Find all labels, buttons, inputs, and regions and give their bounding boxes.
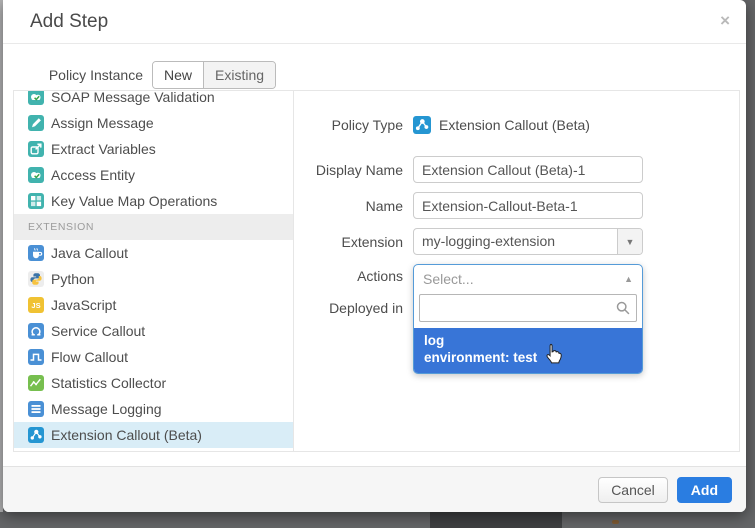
policy-list-item[interactable]: JS JavaScript bbox=[14, 292, 293, 318]
access-entity-icon bbox=[28, 167, 44, 183]
search-icon bbox=[615, 300, 631, 316]
assign-message-icon bbox=[28, 115, 44, 131]
chevron-down-icon[interactable]: ▼ bbox=[617, 229, 642, 254]
actions-option[interactable]: logenvironment: test bbox=[414, 328, 642, 373]
policy-list: SOAP Message Validation Assign Message Ext… bbox=[14, 91, 293, 448]
cancel-button[interactable]: Cancel bbox=[598, 477, 668, 503]
page-overlay-bottom-block bbox=[430, 512, 562, 528]
policy-list-item-label: Assign Message bbox=[51, 115, 154, 131]
chevron-up-icon: ▲ bbox=[624, 274, 633, 284]
actions-dropdown-header[interactable]: Select... ▲ bbox=[414, 265, 642, 292]
close-icon[interactable]: × bbox=[720, 12, 730, 29]
policy-list-item[interactable]: Assign Message bbox=[14, 110, 293, 136]
statistics-collector-icon bbox=[28, 375, 44, 391]
actions-option-name: log bbox=[424, 332, 632, 349]
extension-callout-icon bbox=[28, 427, 44, 443]
policy-list-item-label: Key Value Map Operations bbox=[51, 193, 217, 209]
policy-list-item-label: Extract Variables bbox=[51, 141, 156, 157]
key-value-map-icon bbox=[28, 193, 44, 209]
service-callout-icon bbox=[28, 323, 44, 339]
policy-list-item-label: Access Entity bbox=[51, 167, 135, 183]
extension-select-value: my-logging-extension bbox=[414, 229, 617, 254]
policy-list-item-label: Python bbox=[51, 271, 95, 287]
message-logging-icon bbox=[28, 401, 44, 417]
display-name-row: Display Name bbox=[294, 156, 739, 183]
javascript-icon: JS bbox=[28, 297, 44, 313]
name-label: Name bbox=[294, 198, 403, 214]
display-name-input[interactable] bbox=[413, 156, 643, 183]
soap-message-validation-icon bbox=[28, 91, 44, 105]
actions-search-input[interactable] bbox=[419, 294, 637, 322]
policy-list-item[interactable]: Extract Variables bbox=[14, 136, 293, 162]
policy-type-value: Extension Callout (Beta) bbox=[439, 117, 590, 133]
toggle-existing[interactable]: Existing bbox=[204, 62, 275, 88]
policy-list-item[interactable]: Flow Callout bbox=[14, 344, 293, 370]
toggle-new[interactable]: New bbox=[153, 62, 204, 88]
policy-list-item-label: Java Callout bbox=[51, 245, 128, 261]
policy-list-item[interactable]: Statistics Collector bbox=[14, 370, 293, 396]
extract-variables-icon bbox=[28, 141, 44, 157]
actions-placeholder: Select... bbox=[423, 271, 624, 287]
policy-list-item-label: SOAP Message Validation bbox=[51, 91, 215, 105]
policy-instance-label: Policy Instance bbox=[3, 62, 143, 89]
policy-list-item[interactable]: Java Callout bbox=[14, 240, 293, 266]
content-area: SOAP Message Validation Assign Message Ext… bbox=[13, 90, 740, 452]
policy-list-item[interactable]: Service Callout bbox=[14, 318, 293, 344]
deployed-in-label: Deployed in bbox=[294, 300, 403, 316]
page-overlay-bottom-dot bbox=[612, 520, 619, 524]
list-section-header: EXTENSION bbox=[14, 214, 293, 240]
display-name-label: Display Name bbox=[294, 162, 403, 178]
extension-row: Extension my-logging-extension ▼ bbox=[294, 228, 739, 255]
policy-list-item[interactable]: Key Value Map Operations bbox=[14, 188, 293, 214]
policy-list-item-label: Message Logging bbox=[51, 401, 162, 417]
policy-form: Policy Type Extension Callout (Beta) Dis… bbox=[294, 91, 739, 451]
modal-title: Add Step bbox=[30, 11, 108, 33]
actions-label: Actions bbox=[294, 268, 403, 284]
extension-callout-icon bbox=[413, 116, 431, 134]
policy-list-item-label: Service Callout bbox=[51, 323, 145, 339]
python-icon bbox=[28, 271, 44, 287]
policy-list-item-label: Extension Callout (Beta) bbox=[51, 427, 202, 443]
add-button[interactable]: Add bbox=[677, 477, 732, 503]
modal-header: Add Step × bbox=[3, 0, 746, 44]
name-input[interactable] bbox=[413, 192, 643, 219]
policy-list-item[interactable]: Extension Callout (Beta) bbox=[14, 422, 293, 448]
actions-option-detail: environment: test bbox=[424, 349, 632, 366]
policy-type-label: Policy Type bbox=[294, 117, 403, 133]
policy-instance-toggle: New Existing bbox=[152, 61, 276, 89]
policy-list-item-label: Statistics Collector bbox=[51, 375, 166, 391]
policy-list-item-label: JavaScript bbox=[51, 297, 116, 313]
policy-type-row: Policy Type Extension Callout (Beta) bbox=[294, 116, 739, 134]
modal-footer: Cancel Add bbox=[3, 466, 746, 512]
actions-search bbox=[419, 294, 637, 322]
extension-label: Extension bbox=[294, 234, 403, 250]
actions-dropdown: Select... ▲ logenvironment: test bbox=[413, 264, 643, 374]
policy-list-column: SOAP Message Validation Assign Message Ext… bbox=[14, 91, 294, 451]
add-step-modal: Add Step × Policy Instance New Existing … bbox=[3, 0, 746, 512]
java-callout-icon bbox=[28, 245, 44, 261]
policy-list-item-label: Flow Callout bbox=[51, 349, 128, 365]
policy-list-item[interactable]: Access Entity bbox=[14, 162, 293, 188]
name-row: Name bbox=[294, 192, 739, 219]
policy-list-item[interactable]: SOAP Message Validation bbox=[14, 91, 293, 110]
svg-text:JS: JS bbox=[31, 301, 40, 310]
extension-select[interactable]: my-logging-extension ▼ bbox=[413, 228, 643, 255]
actions-options: logenvironment: test bbox=[414, 328, 642, 373]
flow-callout-icon bbox=[28, 349, 44, 365]
policy-list-item[interactable]: Message Logging bbox=[14, 396, 293, 422]
policy-list-item[interactable]: Python bbox=[14, 266, 293, 292]
